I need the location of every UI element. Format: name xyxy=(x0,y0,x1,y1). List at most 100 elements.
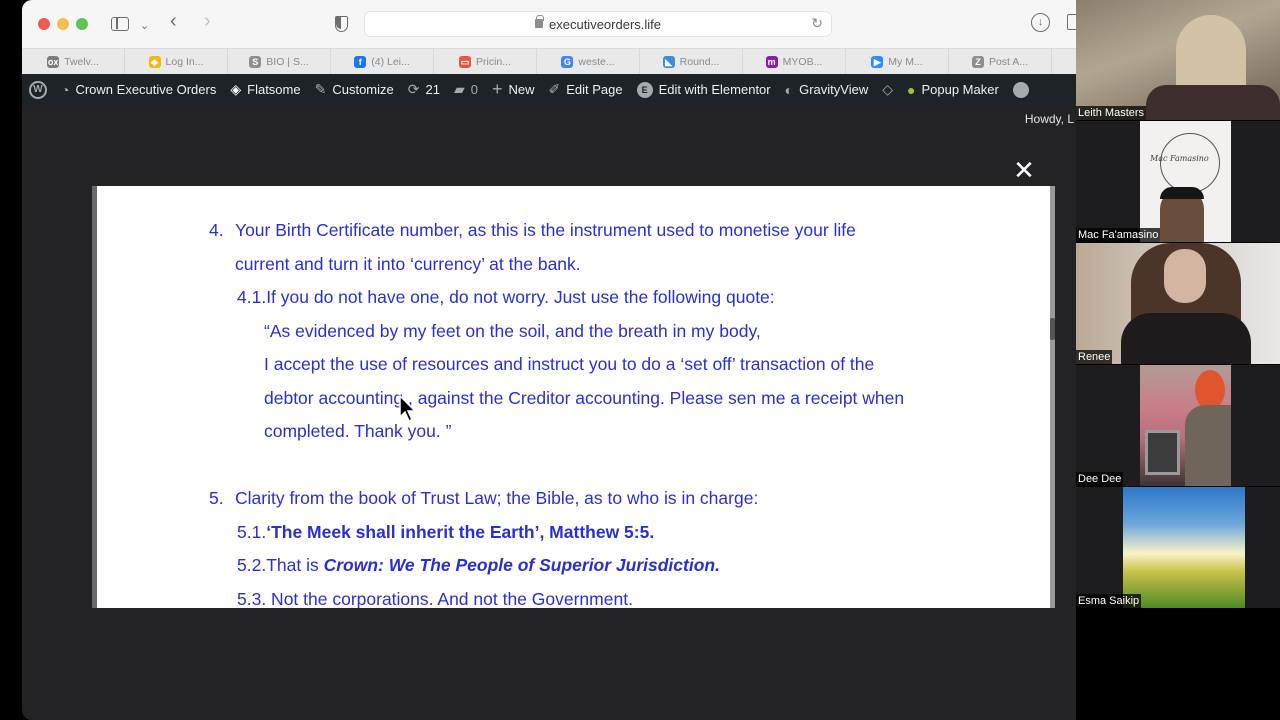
reload-icon[interactable]: ↻ xyxy=(811,15,823,32)
site-name: Crown Executive Orders xyxy=(75,82,217,97)
participant-tile[interactable]: Renee xyxy=(1076,243,1280,364)
privacy-shield-icon[interactable] xyxy=(335,16,348,32)
pencil-icon: ✐ xyxy=(548,81,561,97)
item-5-2-emphasis: Crown: We The People of Superior Jurisdi… xyxy=(323,555,720,575)
participant-tile[interactable]: Dee Dee xyxy=(1076,365,1280,486)
favorite-label: Pricin... xyxy=(475,56,511,68)
more-menu[interactable] xyxy=(1006,74,1036,105)
edit-elementor-link[interactable]: E Edit with Elementor xyxy=(630,74,778,105)
comments-count: 0 xyxy=(470,82,478,97)
google-icon: G xyxy=(561,56,574,68)
dashboard-icon: ◔ xyxy=(61,81,70,98)
roundcube-icon: ◣ xyxy=(662,56,675,68)
item-5-2: 5.2.That is Crown: We The People of Supe… xyxy=(237,555,720,576)
more-icon xyxy=(1012,81,1029,98)
edit-page-link[interactable]: ✐ Edit Page xyxy=(542,74,630,105)
participant-name: Renee xyxy=(1076,350,1113,364)
participant-name: Esma Saikip xyxy=(1076,594,1142,608)
favorite-label: My M... xyxy=(888,56,923,68)
share-icon[interactable] xyxy=(1067,14,1076,30)
flatsome-menu[interactable]: ◈ Flatsome xyxy=(223,74,307,105)
participant-avatar-image xyxy=(1123,487,1245,608)
edit-page-label: Edit Page xyxy=(566,82,623,97)
download-icon[interactable]: ↓ xyxy=(1031,13,1050,32)
favorite-item[interactable]: S BIO | S... xyxy=(228,49,331,75)
video-call-gallery: Leith Masters Mac Famasino Mac Fa'amasin… xyxy=(1076,0,1280,720)
favorite-item[interactable]: ▶ My M... xyxy=(846,49,949,75)
customize-link[interactable]: ✎ Customize xyxy=(308,74,401,105)
lock-icon xyxy=(535,15,544,28)
plus-icon: + xyxy=(491,79,503,99)
quote-line-1: “As evidenced by my feet on the soil, an… xyxy=(264,321,761,341)
item-5-number: 5. xyxy=(209,488,224,508)
sidebar-toggle-icon[interactable] xyxy=(111,17,129,31)
forward-button[interactable]: › xyxy=(204,11,211,31)
minimize-window-button[interactable] xyxy=(57,18,69,30)
item-4-line-2: current and turn it into ‘currency’ at t… xyxy=(235,254,581,274)
favorites-bar: ox Twelv... ◆ Log In... S BIO | S... f (4) Lei.… xyxy=(22,48,1076,75)
elementor-icon: E xyxy=(636,81,653,98)
favorite-item[interactable]: ◣ Round... xyxy=(640,49,743,75)
s-icon: S xyxy=(249,56,262,68)
quote-line-3: debtor accounting , against the Creditor… xyxy=(264,388,905,408)
site-name-menu[interactable]: ◔ Crown Executive Orders xyxy=(54,74,223,105)
z-icon: Z xyxy=(971,56,984,68)
participant-name: Dee Dee xyxy=(1076,472,1124,486)
favorite-label: Twelv... xyxy=(64,56,99,68)
binance-icon: ◆ xyxy=(148,56,161,68)
popup-scrollbar-thumb[interactable] xyxy=(1050,318,1055,340)
participant-tile[interactable]: Leith Masters xyxy=(1076,0,1280,120)
browser-toolbar: ⌄ ‹ › executiveorders.life ↻ ↓ xyxy=(22,0,1076,48)
participant-name: Leith Masters xyxy=(1076,106,1147,120)
quote-line-4: completed. Thank you. ” xyxy=(264,421,452,441)
close-window-button[interactable] xyxy=(38,18,50,30)
myob-icon: m xyxy=(765,56,778,68)
howdy-account-menu[interactable]: Howdy, L xyxy=(1025,112,1074,126)
item-5-line-1: Clarity from the book of Trust Law; the … xyxy=(235,488,759,508)
popup-close-button[interactable]: ✕ xyxy=(1012,157,1036,183)
favorite-label: Log In... xyxy=(165,56,204,68)
favorite-item[interactable]: ▭ Pricin... xyxy=(434,49,537,75)
participant-name: Mac Fa'amasino xyxy=(1076,228,1161,242)
participant-video-body xyxy=(1146,85,1280,120)
url-text[interactable]: executiveorders.life xyxy=(549,17,661,32)
new-label: New xyxy=(508,82,535,97)
screen: ⌄ ‹ › executiveorders.life ↻ ↓ ox Twelv..… xyxy=(0,0,1280,720)
ox-icon: ox xyxy=(47,56,60,68)
item-4-number: 4. xyxy=(209,220,224,240)
participant-tile[interactable]: Mac Famasino Mac Fa'amasino xyxy=(1076,121,1280,242)
participant-tile[interactable]: Esma Saikip xyxy=(1076,487,1280,608)
gravityview-icon: ◐ xyxy=(784,81,794,98)
item-5-2-prefix: 5.2.That is xyxy=(237,555,324,575)
favorite-label: MYOB... xyxy=(782,56,823,68)
new-content-menu[interactable]: + New xyxy=(485,74,542,105)
favorite-item[interactable]: Z Post A... xyxy=(949,49,1052,75)
flatsome-icon: ◈ xyxy=(230,81,242,97)
favorite-label: Round... xyxy=(679,56,720,68)
gravityview-label: GravityView xyxy=(799,82,869,97)
comment-icon: ▰ xyxy=(453,81,465,97)
comments-link[interactable]: ▰ 0 xyxy=(447,74,485,105)
address-bar[interactable]: executiveorders.life ↻ xyxy=(364,11,832,37)
popup-maker-menu[interactable]: ● Popup Maker xyxy=(900,74,1006,105)
zoom-icon: ▶ xyxy=(871,56,884,68)
favorite-item[interactable]: ox Twelv... xyxy=(22,49,125,75)
favorite-item[interactable]: ◆ Log In... xyxy=(125,49,228,75)
wp-logo-menu[interactable]: W xyxy=(22,74,54,105)
gravityforms-menu[interactable]: ◇ xyxy=(875,74,900,105)
fullscreen-window-button[interactable] xyxy=(76,18,88,30)
updates-icon: ⟳ xyxy=(407,81,420,97)
back-button[interactable]: ‹ xyxy=(170,11,177,31)
favorite-item[interactable]: Gweste... xyxy=(537,49,640,75)
favorite-item[interactable]: m MYOB... xyxy=(743,49,846,75)
updates-link[interactable]: ⟳ 21 xyxy=(401,74,447,105)
popup-maker-label: Popup Maker xyxy=(921,82,999,97)
favorite-item[interactable]: f (4) Lei... xyxy=(331,49,434,75)
popup-modal: 4. Your Birth Certificate number, as thi… xyxy=(92,186,1050,608)
chevron-down-icon[interactable]: ⌄ xyxy=(140,16,149,36)
updates-count: 21 xyxy=(425,82,440,97)
popup-scrollbar[interactable] xyxy=(1050,186,1055,608)
gravityview-menu[interactable]: ◐ GravityView xyxy=(778,74,876,105)
item-4-line-1: Your Birth Certificate number, as this i… xyxy=(235,220,856,240)
wp-admin-bar: W ◔ Crown Executive Orders ◈ Flatsome ✎ … xyxy=(22,74,1076,105)
